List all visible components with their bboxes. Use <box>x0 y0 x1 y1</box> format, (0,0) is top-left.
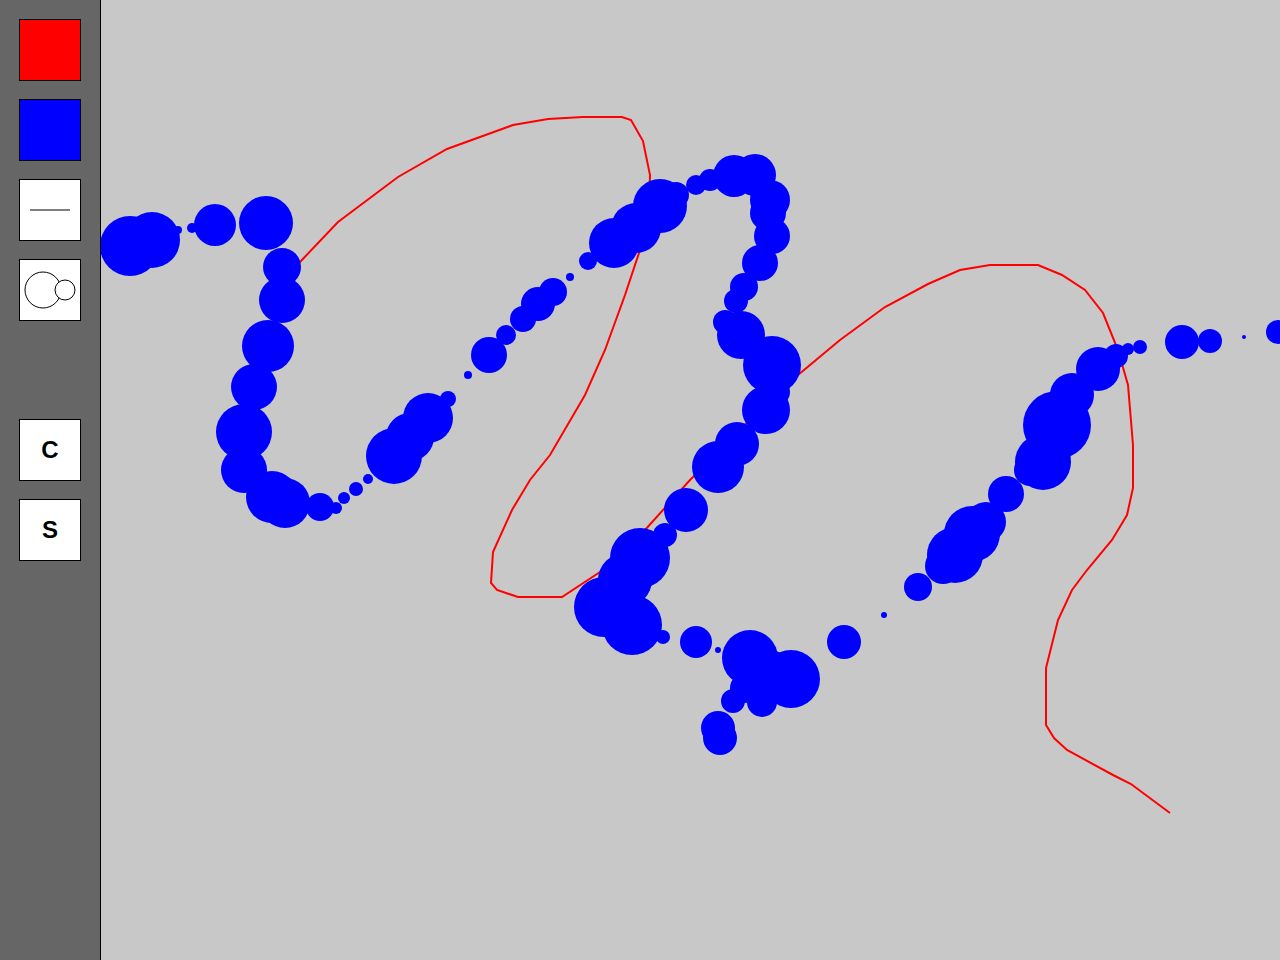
action-button[interactable]: S <box>19 499 81 561</box>
canvas[interactable] <box>101 0 1280 960</box>
circle-tool-button[interactable] <box>19 259 81 321</box>
circle-stroke <box>101 154 1280 755</box>
drawing <box>101 0 1280 960</box>
line-icon <box>28 205 72 215</box>
color-swatch[interactable] <box>19 99 81 161</box>
circles-icon <box>22 268 78 312</box>
red-stroke <box>265 117 1170 813</box>
toolbar: CS <box>0 0 101 960</box>
line-tool-button[interactable] <box>19 179 81 241</box>
paint-app: CS <box>0 0 1280 960</box>
color-swatch[interactable] <box>19 19 81 81</box>
action-button[interactable]: C <box>19 419 81 481</box>
